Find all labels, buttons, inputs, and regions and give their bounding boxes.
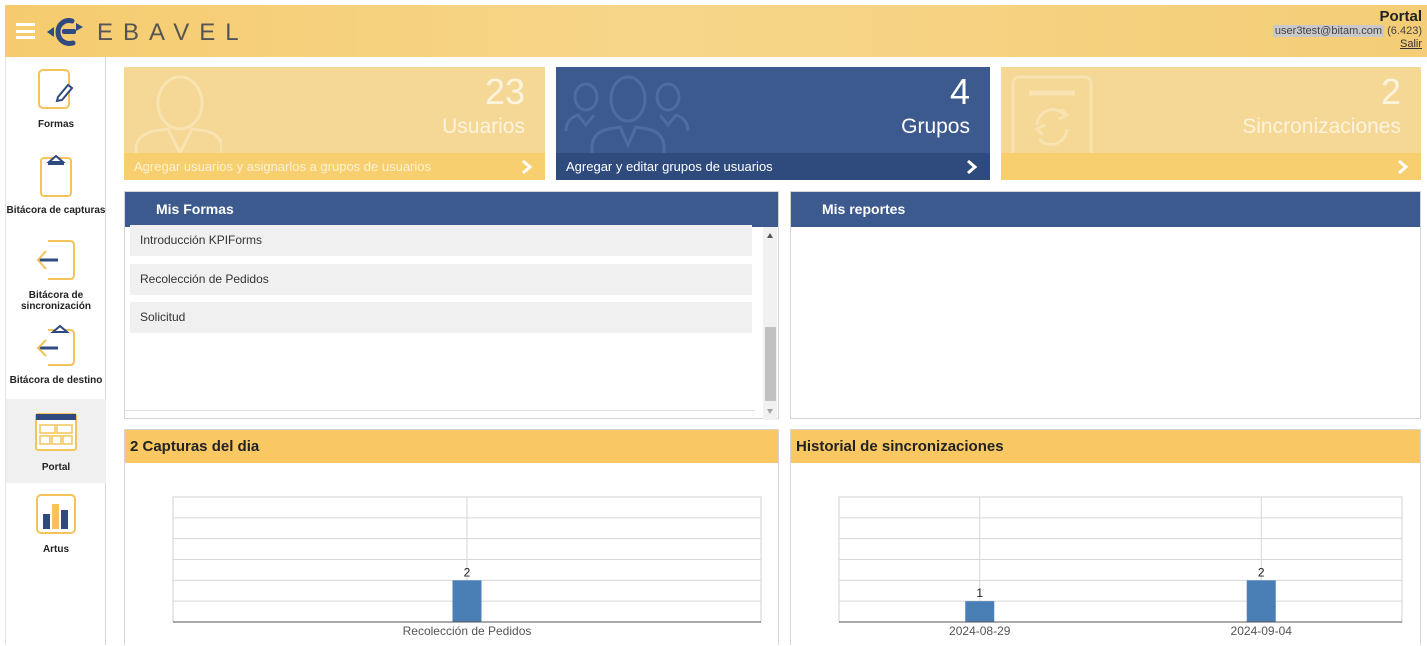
capturas-title: 2 Capturas del dia: [125, 430, 778, 463]
sidebar-item-bitacora-capturas[interactable]: Bitácora de capturas: [6, 153, 106, 223]
chart-data-label: 2: [1258, 565, 1265, 579]
chart-data-label: 2: [464, 565, 471, 579]
brand-name: EBAVEL: [97, 19, 249, 46]
sidebar: Formas Bitácora de capturas Bitácora de …: [5, 57, 106, 645]
page-title: Portal: [1379, 8, 1422, 25]
tile-grupos[interactable]: 4 Grupos Agregar y editar grupos de usua…: [556, 67, 990, 180]
form-pen-icon: [38, 69, 74, 109]
sidebar-item-bitacora-destino[interactable]: Bitácora de destino: [6, 323, 106, 393]
app-version: (6.423): [1387, 25, 1422, 37]
mis-formas-panel: Mis Formas Introducción KPIForms Recolec…: [124, 191, 779, 420]
chevron-right-icon[interactable]: [1397, 159, 1409, 175]
sidebar-label: Bitácora de destino: [9, 375, 103, 386]
sidebar-label: Artus: [42, 544, 70, 555]
mis-formas-title: Mis Formas: [125, 192, 778, 227]
mis-reportes-title: Mis reportes: [791, 192, 1420, 227]
clipboard-icon: [40, 154, 72, 197]
chart-tick-label: 2024-09-04: [1231, 624, 1293, 638]
group-icon: [564, 75, 690, 161]
top-header: EBAVEL Portal user3test@bitam.com (6.423…: [5, 5, 1427, 57]
tile-footer[interactable]: Agregar y editar grupos de usuarios: [556, 153, 990, 180]
list-divider: [125, 410, 755, 411]
ebavel-logo-icon: [47, 18, 83, 46]
user-email: user3test@bitam.com: [1272, 25, 1385, 37]
sidebar-item-artus[interactable]: Artus: [6, 492, 106, 555]
bar-chart-icon: [36, 494, 76, 534]
sync-icon: [1011, 75, 1093, 161]
historial-panel: Historial de sincronizaciones 1 2024-08-2…: [790, 429, 1421, 645]
tile-name: Usuarios: [442, 115, 525, 138]
arrow-left-icon: [36, 240, 75, 280]
tile-name: Sincronizaciones: [1242, 115, 1401, 138]
tile-count: 23: [484, 71, 525, 112]
sidebar-item-portal[interactable]: Portal: [6, 399, 106, 483]
scroll-up-arrow[interactable]: [767, 233, 773, 238]
chevron-right-icon[interactable]: [521, 159, 533, 175]
historial-title: Historial de sincronizaciones: [791, 430, 1420, 463]
tile-sincronizaciones[interactable]: 2 Sincronizaciones: [1001, 67, 1421, 180]
scrollbar-thumb[interactable]: [765, 327, 776, 401]
tile-count: 2: [1380, 71, 1401, 112]
capturas-panel: 2 Capturas del dia 2 Recolección de Pedid…: [124, 429, 779, 645]
tile-count: 4: [949, 71, 970, 112]
chart-tick-label: Recolección de Pedidos: [403, 624, 532, 638]
mis-reportes-panel: Mis reportes: [790, 191, 1421, 419]
hamburger-menu-icon[interactable]: [16, 23, 35, 39]
chart-bar: [965, 601, 995, 622]
historial-chart: 1 2024-08-29 2 2024-09-04: [838, 496, 1403, 638]
tile-footer[interactable]: [1001, 153, 1421, 180]
chart-tick-label: 2024-08-29: [949, 624, 1011, 638]
clipboard-arrow-icon: [36, 324, 75, 366]
form-list-item[interactable]: Recolección de Pedidos: [130, 264, 752, 295]
capturas-chart: 2 Recolección de Pedidos: [172, 496, 762, 638]
user-box: Portal user3test@bitam.com (6.423) Salir: [1272, 8, 1422, 50]
chevron-right-icon[interactable]: [966, 159, 978, 175]
chart-data-label: 1: [976, 586, 983, 600]
sidebar-item-bitacora-sincronizacion[interactable]: Bitácora de sincronización: [6, 238, 106, 312]
form-list-item[interactable]: Solicitud: [130, 302, 752, 333]
form-list-item[interactable]: Introducción KPIForms: [130, 225, 752, 256]
chart-bar: [452, 580, 482, 622]
sidebar-item-formas[interactable]: Formas: [6, 67, 106, 130]
scroll-down-arrow[interactable]: [767, 409, 773, 414]
chart-bar: [1246, 580, 1276, 622]
tile-footer[interactable]: Agregar usuarios y asignarlos a grupos d…: [124, 153, 545, 180]
sidebar-label: Bitácora de capturas: [6, 205, 106, 216]
scrollbar[interactable]: [763, 227, 777, 420]
portal-grid-icon: [35, 413, 77, 451]
tile-name: Grupos: [901, 115, 970, 138]
user-icon: [134, 75, 222, 161]
sidebar-label: Portal: [41, 462, 71, 473]
tile-usuarios[interactable]: 23 Usuarios Agregar usuarios y asignarlo…: [124, 67, 545, 180]
sidebar-label: Formas: [37, 119, 75, 130]
logout-link[interactable]: Salir: [1400, 38, 1422, 50]
sidebar-label: Bitácora de sincronización: [20, 290, 91, 312]
